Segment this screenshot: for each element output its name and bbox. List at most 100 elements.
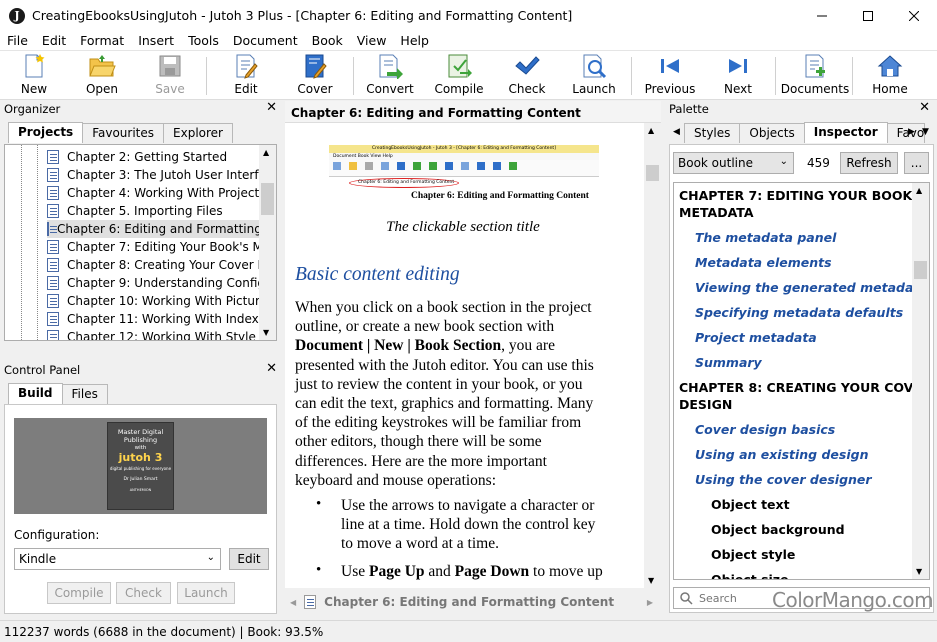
new-button[interactable]: New <box>2 53 66 96</box>
compile-button[interactable]: Compile <box>427 53 491 96</box>
outline-item[interactable]: CHAPTER 7: EDITING YOUR BOOK'S <box>679 188 925 203</box>
menu-help[interactable]: Help <box>393 33 436 48</box>
more-options-button[interactable]: ... <box>904 152 929 174</box>
list-item[interactable]: Chapter 4: Working With Projects <box>47 184 265 202</box>
home-button[interactable]: Home <box>858 53 922 96</box>
organizer-scrollbar[interactable]: ▲ ▼ <box>259 145 276 340</box>
documents-button[interactable]: Documents <box>781 53 849 96</box>
scrollbar-thumb[interactable] <box>914 261 927 279</box>
menu-tools[interactable]: Tools <box>181 33 226 48</box>
minimize-button[interactable] <box>799 0 845 31</box>
list-item[interactable]: Chapter 5. Importing Files <box>47 202 223 220</box>
outline-item[interactable]: Object size <box>711 572 789 579</box>
refresh-button[interactable]: Refresh <box>840 152 898 174</box>
outline-item[interactable]: CHAPTER 8: CREATING YOUR COVER <box>679 380 929 395</box>
launch-button[interactable]: Launch <box>562 53 626 96</box>
close-button[interactable] <box>891 0 937 31</box>
chevron-up-icon[interactable]: ▲ <box>916 186 922 195</box>
launch-button[interactable]: Launch <box>177 582 235 604</box>
tab-explorer[interactable]: Explorer <box>163 123 233 143</box>
cover-thumbnail[interactable]: Master Digital Publishing with jutoh 3 d… <box>107 422 174 510</box>
menu-edit[interactable]: Edit <box>35 33 73 48</box>
editor-scrollbar[interactable]: ▲ ▼ <box>644 123 661 588</box>
chevron-down-icon[interactable]: ▼ <box>916 567 922 576</box>
document-icon <box>47 186 59 200</box>
outline-item[interactable]: Using the cover designer <box>695 472 872 487</box>
check-button[interactable]: Check <box>495 53 559 96</box>
outline-item[interactable]: DESIGN <box>679 397 732 412</box>
menu-book[interactable]: Book <box>305 33 350 48</box>
list-item[interactable]: Chapter 10: Working With Pictures <box>47 292 273 310</box>
outline-item[interactable]: Object style <box>711 547 795 562</box>
editor-content[interactable]: CreatingEbooksUsingJutoh - Jutoh 3 - [Ch… <box>285 123 661 588</box>
close-organizer-icon[interactable]: ✕ <box>266 100 277 115</box>
outline-item[interactable]: Object background <box>711 522 845 537</box>
list-item[interactable]: Chapter 2: Getting Started <box>47 148 227 166</box>
list-item[interactable]: Chapter 9: Understanding Configurations <box>47 274 276 292</box>
tab-list-icon[interactable]: ▼ <box>922 127 929 137</box>
config-edit-button[interactable]: Edit <box>229 548 269 570</box>
check-button[interactable]: Check <box>116 582 171 604</box>
close-palette-icon[interactable]: ✕ <box>919 100 930 115</box>
tab-scroll-right-icon[interactable]: ▶ <box>908 127 915 137</box>
cover-preview-frame: Master Digital Publishing with jutoh 3 d… <box>14 418 267 514</box>
list-item: Use Page Up and Page Down to move up <box>341 563 603 580</box>
cover-button[interactable]: Cover <box>283 53 347 96</box>
tab-projects[interactable]: Projects <box>8 122 84 143</box>
tab-files[interactable]: Files <box>61 384 108 404</box>
menu-insert[interactable]: Insert <box>131 33 181 48</box>
previous-button[interactable]: Previous <box>638 53 702 96</box>
close-icon <box>909 10 919 21</box>
menu-format[interactable]: Format <box>73 33 131 48</box>
list-item[interactable]: Chapter 8: Creating Your Cover Design <box>47 256 276 274</box>
outline-item[interactable]: Object text <box>711 497 790 512</box>
inspector-mode-select[interactable]: Book outline ⌄ <box>673 152 794 174</box>
list-item[interactable]: Chapter 7: Editing Your Book's Metadata <box>47 238 276 256</box>
tab-favourites[interactable]: Favou <box>886 123 925 143</box>
tab-scroll-left-icon[interactable]: ◀ <box>290 598 296 607</box>
configuration-select[interactable]: Kindle ⌄ <box>14 548 221 570</box>
search-input[interactable] <box>699 591 779 605</box>
scrollbar-thumb[interactable] <box>261 183 274 215</box>
chevron-up-icon[interactable]: ▲ <box>648 126 654 135</box>
tab-objects[interactable]: Objects <box>739 123 805 143</box>
outline-item[interactable]: Viewing the generated metadata <box>695 280 928 295</box>
outline-item[interactable]: Summary <box>695 355 762 370</box>
outline-item[interactable]: Metadata elements <box>695 255 832 270</box>
outline-item[interactable]: The metadata panel <box>695 230 836 245</box>
tab-scroll-right-icon[interactable]: ▶ <box>647 598 653 607</box>
list-item[interactable]: Chapter 12: Working With Style Sheets <box>47 328 276 340</box>
control-panel-tabs: Build Files <box>8 383 108 404</box>
compile-icon <box>448 54 472 78</box>
tab-styles[interactable]: Styles <box>684 123 741 143</box>
outline-item[interactable]: Using an existing design <box>695 447 868 462</box>
edit-button[interactable]: Edit <box>214 53 278 96</box>
list-item-selected[interactable]: Chapter 6: Editing and Formatting Conten… <box>47 220 276 238</box>
next-button[interactable]: Next <box>706 53 770 96</box>
outline-item[interactable]: METADATA <box>679 205 754 220</box>
save-button[interactable]: Save <box>138 53 202 96</box>
open-button[interactable]: Open <box>70 53 134 96</box>
outline-item[interactable]: Cover design basics <box>695 422 835 437</box>
compile-button[interactable]: Compile <box>47 582 111 604</box>
menu-document[interactable]: Document <box>226 33 305 48</box>
editor-tab[interactable]: Chapter 6: Editing and Formatting Conten… <box>304 595 614 609</box>
tab-favourites[interactable]: Favourites <box>82 123 165 143</box>
maximize-button[interactable] <box>845 0 891 31</box>
menu-view[interactable]: View <box>350 33 394 48</box>
outline-item[interactable]: Project metadata <box>695 330 817 345</box>
list-item[interactable]: Chapter 3: The Jutoh User Interface <box>47 166 276 184</box>
outline-scrollbar[interactable]: ▲ ▼ <box>912 183 929 579</box>
scrollbar-thumb[interactable] <box>646 165 659 181</box>
list-item[interactable]: Chapter 11: Working With Indexes <box>47 310 272 328</box>
menu-file[interactable]: File <box>0 33 35 48</box>
convert-button[interactable]: Convert <box>358 53 422 96</box>
close-control-panel-icon[interactable]: ✕ <box>266 361 277 376</box>
outline-item[interactable]: Specifying metadata defaults <box>695 305 903 320</box>
chevron-down-icon[interactable]: ▼ <box>648 576 654 585</box>
chevron-down-icon[interactable]: ▼ <box>263 328 269 337</box>
chevron-up-icon[interactable]: ▲ <box>263 148 269 157</box>
tab-scroll-left-icon[interactable]: ◀ <box>673 127 680 137</box>
tab-build[interactable]: Build <box>8 383 63 404</box>
tab-inspector[interactable]: Inspector <box>803 122 888 143</box>
